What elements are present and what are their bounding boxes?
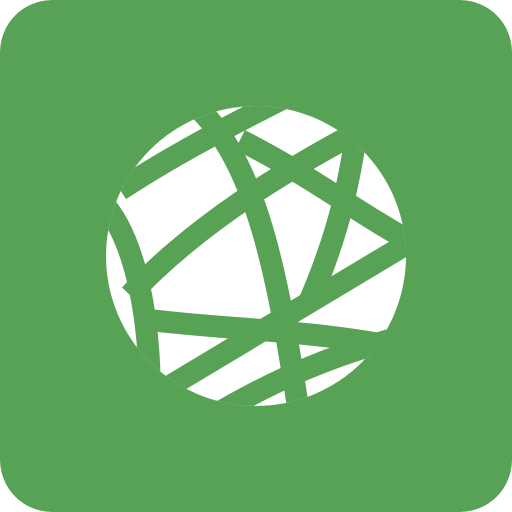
globe-icon — [0, 0, 512, 512]
app-icon[interactable] — [0, 0, 512, 512]
